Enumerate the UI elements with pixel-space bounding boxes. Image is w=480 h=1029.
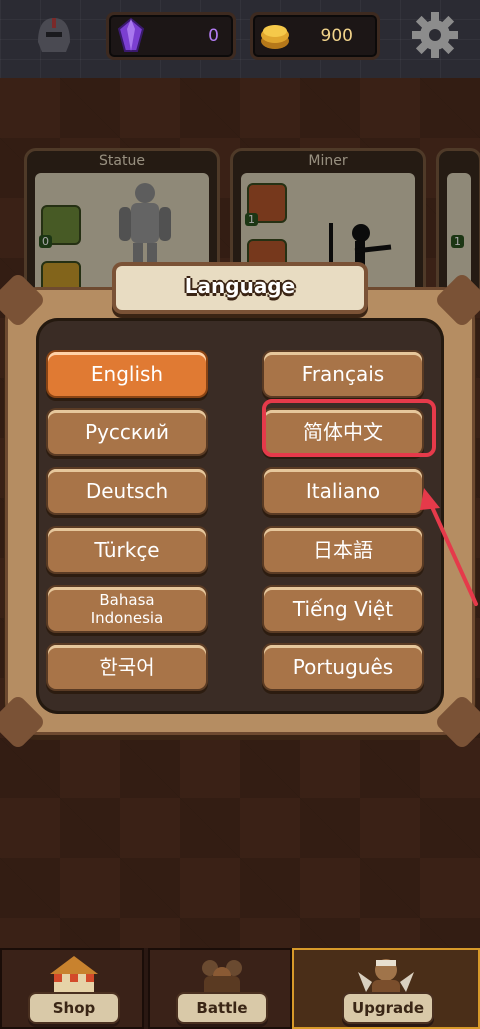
tab-battle-label: Battle bbox=[178, 994, 266, 1022]
dialog-title: Language bbox=[184, 274, 296, 298]
shop-icon bbox=[50, 956, 98, 1000]
battle-icon bbox=[202, 960, 242, 998]
highlight-box bbox=[262, 399, 436, 457]
bottom-nav: Shop Battle Upgrade bbox=[0, 948, 480, 1029]
lang-english-button[interactable]: English bbox=[48, 352, 206, 396]
gem-icon bbox=[117, 17, 145, 52]
lang-russian-button[interactable]: Русский bbox=[48, 410, 206, 454]
tab-shop[interactable]: Shop bbox=[0, 948, 144, 1029]
gems-value: 0 bbox=[208, 26, 219, 46]
lang-french-button[interactable]: Français bbox=[264, 352, 422, 396]
helmet-icon[interactable] bbox=[32, 12, 76, 56]
dialog-title-banner: Language bbox=[116, 266, 364, 310]
upgrade-icon bbox=[358, 959, 414, 1000]
top-bar: 0 900 bbox=[0, 0, 480, 78]
gold-counter[interactable]: 900 bbox=[250, 12, 380, 60]
gold-coin-icon bbox=[261, 25, 289, 49]
lang-german-button[interactable]: Deutsch bbox=[48, 469, 206, 513]
lang-korean-button[interactable]: 한국어 bbox=[48, 645, 206, 689]
lang-portuguese-button[interactable]: Português bbox=[264, 645, 422, 689]
tab-upgrade-label: Upgrade bbox=[344, 994, 432, 1022]
tab-battle[interactable]: Battle bbox=[148, 948, 292, 1029]
lang-vietnamese-button[interactable]: Tiếng Việt bbox=[264, 587, 422, 631]
lang-italian-button[interactable]: Italiano bbox=[264, 469, 422, 513]
lang-turkish-button[interactable]: Türkçe bbox=[48, 528, 206, 572]
gear-icon[interactable] bbox=[410, 10, 460, 60]
tab-shop-label: Shop bbox=[30, 994, 118, 1022]
gems-counter[interactable]: 0 bbox=[106, 12, 236, 60]
gold-value: 900 bbox=[320, 26, 353, 46]
annotation-arrow bbox=[420, 488, 478, 606]
lang-indonesian-button[interactable]: Bahasa Indonesia bbox=[48, 587, 206, 631]
tab-upgrade[interactable]: Upgrade bbox=[292, 948, 480, 1029]
lang-japanese-button[interactable]: 日本語 bbox=[264, 528, 422, 572]
